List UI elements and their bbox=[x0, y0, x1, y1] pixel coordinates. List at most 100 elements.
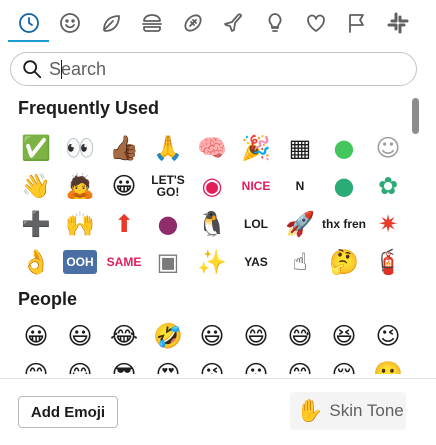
emoji-button[interactable]: 🧯 bbox=[366, 243, 410, 281]
emoji-button[interactable]: ✷ bbox=[366, 205, 410, 243]
emoji-button[interactable]: 🚀 bbox=[278, 205, 322, 243]
emoji-button[interactable]: ☺ bbox=[366, 129, 410, 167]
emoji-button[interactable]: ● bbox=[146, 205, 190, 243]
emoji-button[interactable]: 😉 bbox=[366, 317, 410, 355]
emoji-button[interactable]: LET'S GO! bbox=[146, 167, 190, 205]
tab-activity[interactable] bbox=[172, 4, 213, 42]
emoji-glyph: ▣ bbox=[156, 248, 180, 276]
search-icon bbox=[23, 60, 42, 79]
emoji-button[interactable]: ● bbox=[322, 167, 366, 205]
emoji-button[interactable]: 😎 bbox=[102, 355, 146, 374]
emoji-glyph: 😊 bbox=[23, 360, 49, 374]
emoji-button[interactable]: LOL bbox=[234, 205, 278, 243]
emoji-glyph: 😀 bbox=[111, 172, 137, 200]
add-emoji-button[interactable]: Add Emoji bbox=[18, 396, 118, 428]
emoji-glyph: 🤔 bbox=[329, 248, 359, 276]
heart-icon bbox=[306, 14, 325, 32]
emoji-glyph: 🙇 bbox=[65, 172, 95, 200]
search-box[interactable] bbox=[10, 52, 417, 86]
emoji-button[interactable]: NICE bbox=[234, 167, 278, 205]
tab-symbols[interactable] bbox=[295, 4, 336, 42]
emoji-button[interactable]: ✨ bbox=[190, 243, 234, 281]
emoji-button[interactable]: ● bbox=[322, 129, 366, 167]
emoji-button[interactable]: 👀 bbox=[58, 129, 102, 167]
emoji-glyph: ● bbox=[333, 172, 355, 200]
emoji-button[interactable]: 🐧 bbox=[190, 205, 234, 243]
emoji-button[interactable]: 😅 bbox=[278, 317, 322, 355]
picker-footer: Add Emoji ✋ Skin Tone bbox=[0, 378, 436, 445]
emoji-button[interactable]: 🧠 bbox=[190, 129, 234, 167]
emoji-list[interactable]: Frequently Used ✅ 👀 👍🏾 🙏 🧠 🎉 ▦ ● ☺ 👋 🙇 😀 LET'S GO! ◉ N… bbox=[0, 92, 436, 374]
emoji-glyph: ✨ bbox=[197, 248, 227, 276]
emoji-button[interactable]: 😙 bbox=[278, 355, 322, 374]
tab-food[interactable] bbox=[131, 4, 172, 42]
emoji-button[interactable]: 😃 bbox=[58, 317, 102, 355]
search-input[interactable] bbox=[49, 58, 389, 80]
emoji-glyph: 😎 bbox=[111, 360, 137, 374]
emoji-button[interactable]: 😋 bbox=[58, 355, 102, 374]
emoji-button[interactable]: 🙏 bbox=[146, 129, 190, 167]
emoji-button[interactable]: N bbox=[278, 167, 322, 205]
skin-tone-button[interactable]: ✋ Skin Tone bbox=[290, 392, 406, 430]
slack-icon bbox=[387, 12, 408, 34]
tab-recent[interactable] bbox=[8, 4, 49, 42]
skin-tone-label: Skin Tone bbox=[329, 401, 404, 420]
emoji-button[interactable]: ☝ bbox=[278, 243, 322, 281]
emoji-glyph: 😅 bbox=[287, 322, 313, 350]
emoji-button[interactable]: SAME bbox=[102, 243, 146, 281]
emoji-glyph: 😂 bbox=[109, 322, 139, 350]
emoji-button[interactable]: ✅ bbox=[14, 129, 58, 167]
emoji-glyph: 🤣 bbox=[153, 322, 183, 350]
tab-nature[interactable] bbox=[90, 4, 131, 42]
emoji-button[interactable]: 😊 bbox=[14, 355, 58, 374]
emoji-glyph: ▦ bbox=[288, 134, 312, 162]
emoji-button[interactable]: 😄 bbox=[234, 317, 278, 355]
emoji-button[interactable]: ▦ bbox=[278, 129, 322, 167]
tab-custom[interactable] bbox=[377, 4, 418, 42]
emoji-glyph: 🧠 bbox=[197, 134, 227, 162]
tab-flags[interactable] bbox=[336, 4, 377, 42]
emoji-button[interactable]: 🤣 bbox=[146, 317, 190, 355]
emoji-button[interactable]: 🤔 bbox=[322, 243, 366, 281]
emoji-button[interactable]: ⬆ bbox=[102, 205, 146, 243]
emoji-button[interactable]: 😃 bbox=[190, 317, 234, 355]
emoji-button[interactable]: ◉ bbox=[190, 167, 234, 205]
tab-travel[interactable] bbox=[213, 4, 254, 42]
emoji-button[interactable]: 😀 bbox=[14, 317, 58, 355]
emoji-text: SAME bbox=[106, 255, 142, 269]
emoji-button[interactable]: 😆 bbox=[322, 317, 366, 355]
emoji-button[interactable]: 👌 bbox=[14, 243, 58, 281]
emoji-button[interactable]: 🙌 bbox=[58, 205, 102, 243]
emoji-button[interactable]: ▣ bbox=[146, 243, 190, 281]
emoji-button[interactable]: 😚 bbox=[322, 355, 366, 374]
emoji-glyph: 🙏 bbox=[153, 134, 183, 162]
emoji-button[interactable]: 👍🏾 bbox=[102, 129, 146, 167]
emoji-glyph: 🚀 bbox=[285, 210, 315, 238]
emoji-button[interactable]: 🙇 bbox=[58, 167, 102, 205]
emoji-button[interactable]: 👋 bbox=[14, 167, 58, 205]
emoji-glyph: 🧯 bbox=[373, 248, 403, 276]
tab-objects[interactable] bbox=[254, 4, 295, 42]
emoji-button[interactable]: 😍 bbox=[146, 355, 190, 374]
emoji-button[interactable]: 😘 bbox=[190, 355, 234, 374]
emoji-button[interactable]: 😗 bbox=[234, 355, 278, 374]
emoji-button[interactable]: ✿ bbox=[366, 167, 410, 205]
emoji-button[interactable]: YAS bbox=[234, 243, 278, 281]
emoji-button[interactable]: thx fren bbox=[322, 205, 366, 243]
emoji-button[interactable]: 🎉 bbox=[234, 129, 278, 167]
emoji-text: YAS bbox=[244, 255, 268, 269]
emoji-button[interactable]: 😂 bbox=[102, 317, 146, 355]
scrollbar-thumb[interactable] bbox=[412, 98, 419, 134]
emoji-button[interactable]: OOH bbox=[58, 243, 102, 281]
emoji-glyph: 😆 bbox=[331, 322, 357, 350]
emoji-button[interactable]: ➕ bbox=[14, 205, 58, 243]
tab-smileys[interactable] bbox=[49, 4, 90, 42]
smiley-icon bbox=[59, 13, 80, 33]
section-title-frequently-used: Frequently Used bbox=[18, 98, 160, 118]
football-icon bbox=[183, 14, 202, 32]
emoji-button[interactable]: 🙂 bbox=[366, 355, 410, 374]
emoji-button[interactable]: 😀 bbox=[102, 167, 146, 205]
emoji-glyph: 👍🏾 bbox=[109, 134, 139, 162]
emoji-glyph: 🙂 bbox=[373, 360, 403, 374]
emoji-text: NICE bbox=[241, 179, 271, 193]
